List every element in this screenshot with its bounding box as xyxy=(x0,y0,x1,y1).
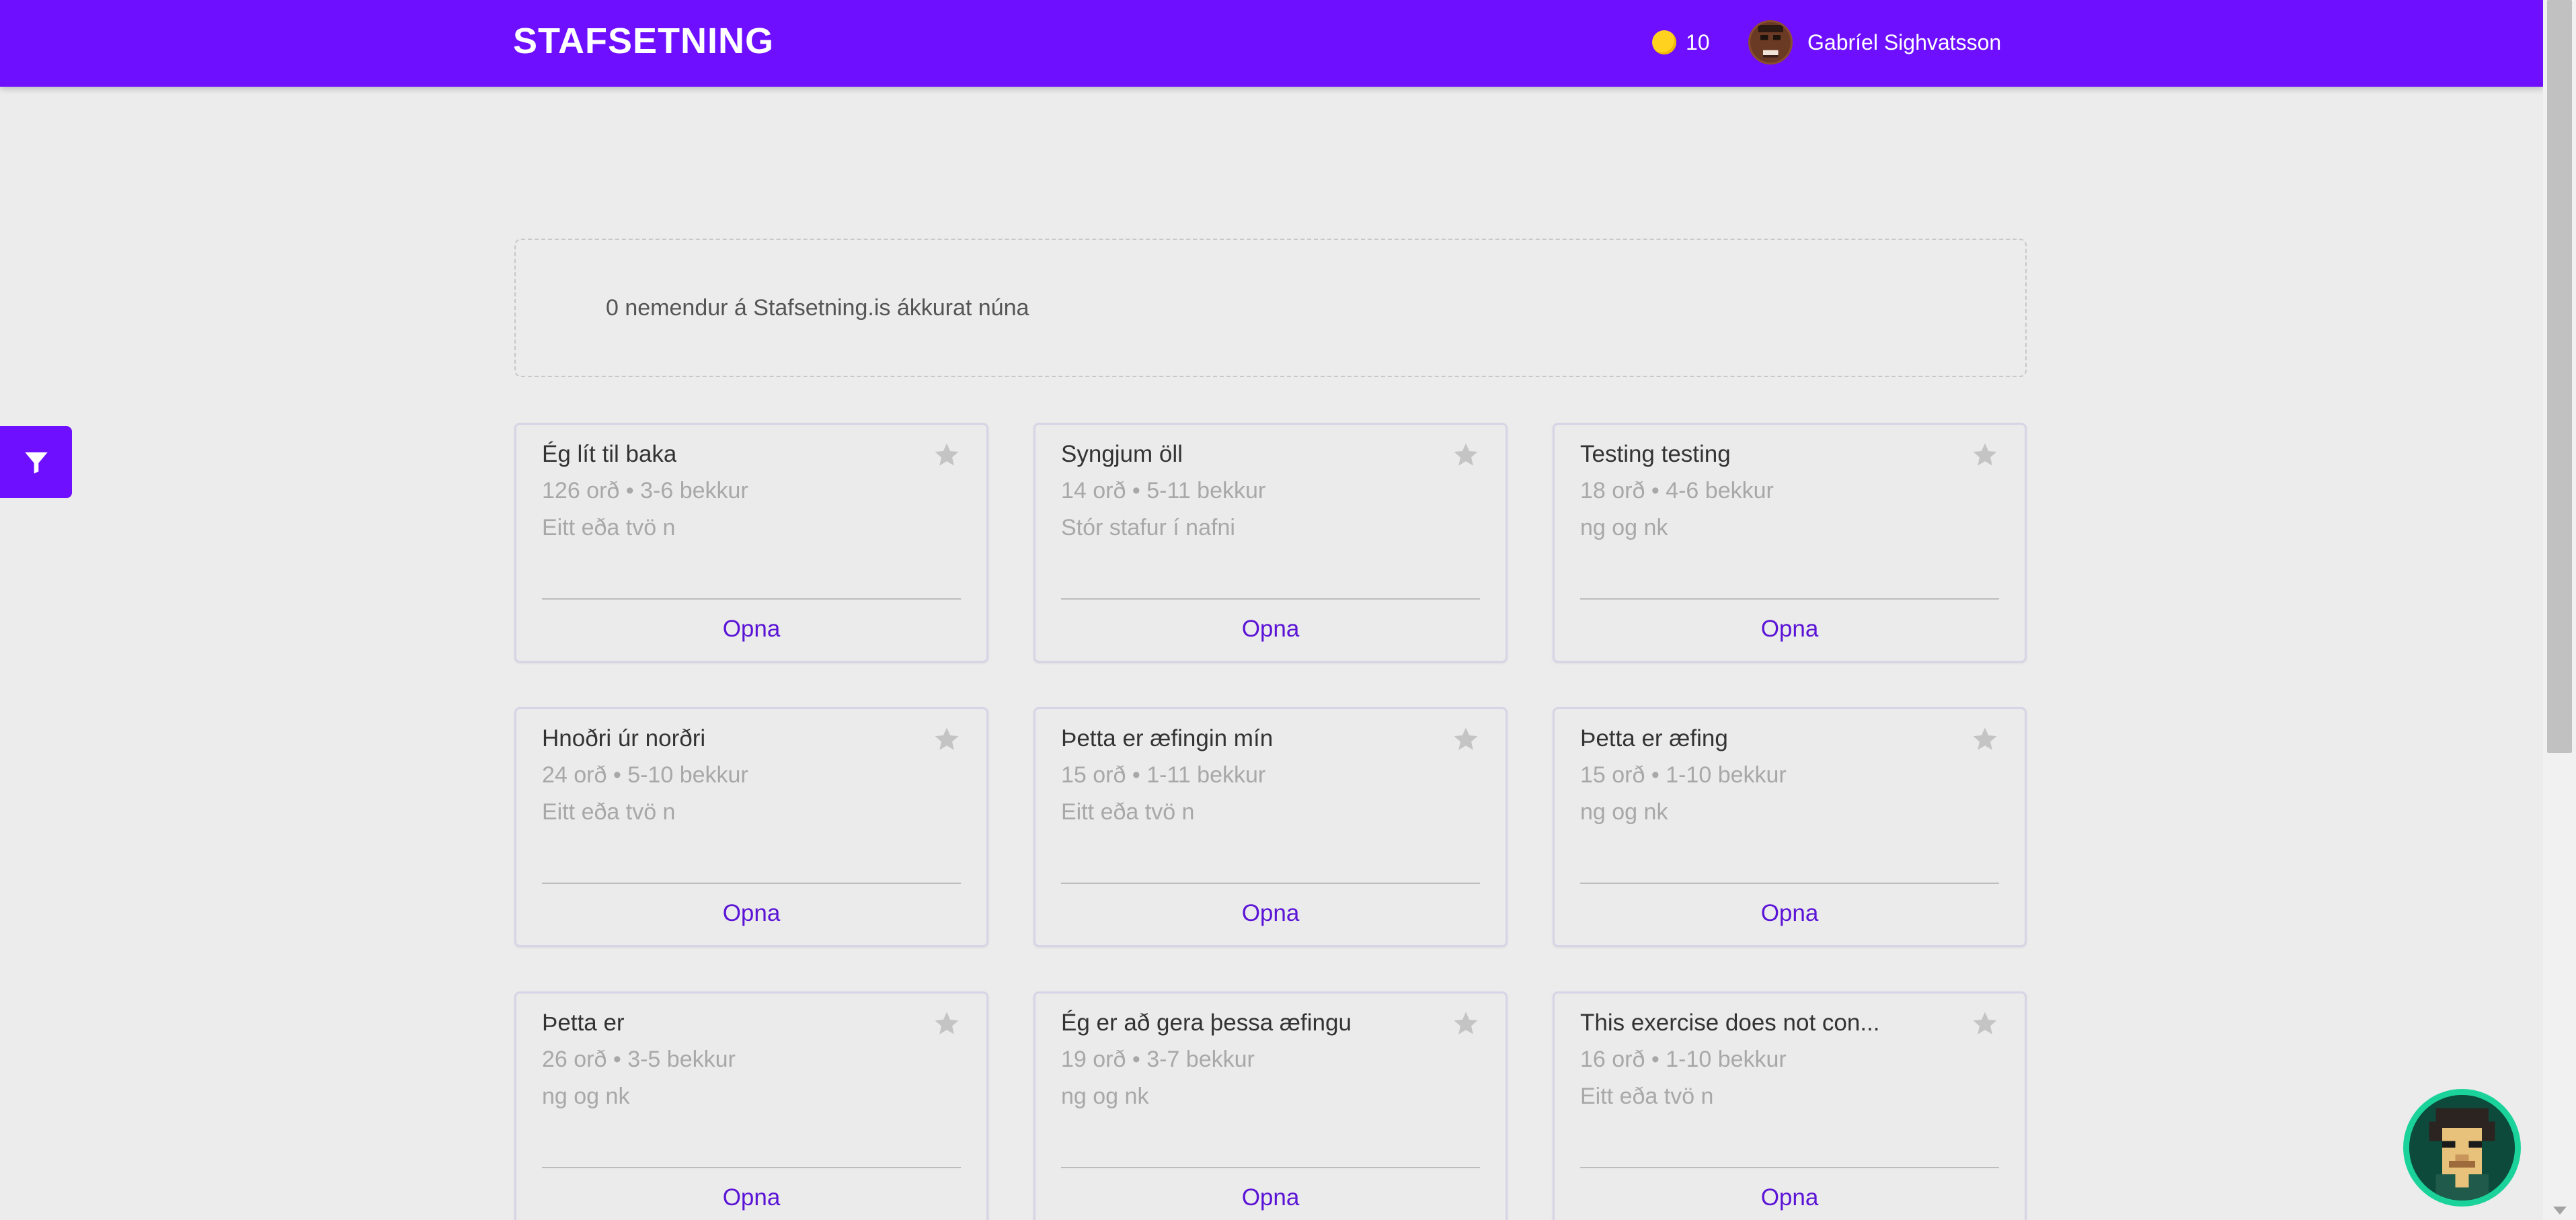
open-button[interactable]: Opna xyxy=(1555,616,2025,643)
card-divider xyxy=(1061,598,1480,600)
card-divider xyxy=(1061,883,1480,884)
card-category: Eitt eða tvö n xyxy=(1061,799,1195,825)
card-meta: 126 orð • 3-6 bekkur xyxy=(542,478,748,503)
exercise-card: Syngjum öll 14 orð • 5-11 bekkur Stór st… xyxy=(1033,423,1508,663)
card-title: Testing testing xyxy=(1580,441,1731,467)
filter-button[interactable] xyxy=(0,426,72,498)
online-status-panel: 0 nemendur á Stafsetning.is ákkurat núna xyxy=(514,239,2027,377)
card-divider xyxy=(542,598,961,600)
card-category: ng og nk xyxy=(1580,799,1668,825)
page: STAFSETNING 10 Gabríel Sighvatsson 0 nem… xyxy=(0,0,2576,1220)
helper-avatar-button[interactable] xyxy=(2403,1089,2521,1207)
card-meta: 19 orð • 3-7 bekkur xyxy=(1061,1047,1255,1072)
card-meta: 14 orð • 5-11 bekkur xyxy=(1061,478,1266,503)
star-icon[interactable] xyxy=(933,725,961,754)
mascot-icon xyxy=(2409,1095,2515,1201)
star-icon[interactable] xyxy=(1452,1010,1480,1038)
avatar xyxy=(1748,20,1793,65)
star-icon[interactable] xyxy=(933,1010,961,1038)
card-divider xyxy=(542,883,961,884)
card-meta: 16 orð • 1-10 bekkur xyxy=(1580,1047,1787,1072)
coin-icon xyxy=(1652,30,1676,54)
card-meta: 24 orð • 5-10 bekkur xyxy=(542,762,748,788)
open-button[interactable]: Opna xyxy=(1036,1184,1506,1211)
exercise-card: Ég er að gera þessa æfingu 19 orð • 3-7 … xyxy=(1033,991,1508,1220)
coin-balance: 10 xyxy=(1652,27,1710,58)
open-button[interactable]: Opna xyxy=(1555,1184,2025,1211)
card-category: Eitt eða tvö n xyxy=(542,799,676,825)
brand-logo[interactable]: STAFSETNING xyxy=(513,20,774,62)
exercise-card: Ég lít til baka 126 orð • 3-6 bekkur Eit… xyxy=(514,423,988,663)
card-category: ng og nk xyxy=(1061,1084,1149,1109)
star-icon[interactable] xyxy=(1971,1010,1999,1038)
card-divider xyxy=(1061,1167,1480,1168)
exercise-card: Testing testing 18 orð • 4-6 bekkur ng o… xyxy=(1553,423,2027,663)
card-title: Syngjum öll xyxy=(1061,441,1183,467)
coin-count: 10 xyxy=(1686,30,1710,54)
card-title: Þetta er xyxy=(542,1010,625,1036)
card-meta: 15 orð • 1-11 bekkur xyxy=(1061,762,1266,788)
star-icon[interactable] xyxy=(1971,441,1999,469)
open-button[interactable]: Opna xyxy=(1036,900,1506,927)
open-button[interactable]: Opna xyxy=(1555,900,2025,927)
exercise-card: Þetta er æfing 15 orð • 1-10 bekkur ng o… xyxy=(1553,707,2027,947)
online-count-text: 0 nemendur á Stafsetning.is ákkurat núna xyxy=(606,295,1029,321)
top-navbar: STAFSETNING 10 Gabríel Sighvatsson xyxy=(0,0,2543,87)
card-category: Stór stafur í nafni xyxy=(1061,515,1235,540)
card-category: ng og nk xyxy=(1580,515,1668,540)
open-button[interactable]: Opna xyxy=(1036,616,1506,643)
star-icon[interactable] xyxy=(1452,441,1480,469)
card-title: Þetta er æfing xyxy=(1580,725,1728,751)
scrollbar-thumb[interactable] xyxy=(2547,0,2572,753)
card-title: This exercise does not con... xyxy=(1580,1010,1880,1036)
card-category: Eitt eða tvö n xyxy=(542,515,676,540)
exercise-card: Þetta er 26 orð • 3-5 bekkur ng og nk Op… xyxy=(514,991,988,1220)
card-meta: 15 orð • 1-10 bekkur xyxy=(1580,762,1787,788)
card-divider xyxy=(1580,598,1999,600)
card-divider xyxy=(1580,1167,1999,1168)
exercise-card: Þetta er æfingin mín 15 orð • 1-11 bekku… xyxy=(1033,707,1508,947)
open-button[interactable]: Opna xyxy=(516,616,986,643)
open-button[interactable]: Opna xyxy=(516,900,986,927)
scroll-down-arrow-icon[interactable] xyxy=(2553,1207,2567,1215)
filter-icon xyxy=(24,452,48,474)
star-icon[interactable] xyxy=(1452,725,1480,754)
card-meta: 26 orð • 3-5 bekkur xyxy=(542,1047,736,1072)
card-title: Hnoðri úr norðri xyxy=(542,725,706,751)
user-menu[interactable]: Gabríel Sighvatsson xyxy=(1748,19,2001,65)
exercise-card: Hnoðri úr norðri 24 orð • 5-10 bekkur Ei… xyxy=(514,707,988,947)
page-scrollbar[interactable] xyxy=(2543,0,2576,1220)
card-category: Eitt eða tvö n xyxy=(1580,1084,1714,1109)
card-title: Þetta er æfingin mín xyxy=(1061,725,1274,751)
exercise-card: This exercise does not con... 16 orð • 1… xyxy=(1553,991,2027,1220)
card-title: Ég er að gera þessa æfingu xyxy=(1061,1010,1352,1036)
card-divider xyxy=(542,1167,961,1168)
card-title: Ég lít til baka xyxy=(542,441,677,467)
card-meta: 18 orð • 4-6 bekkur xyxy=(1580,478,1774,503)
card-category: ng og nk xyxy=(542,1084,630,1109)
user-name: Gabríel Sighvatsson xyxy=(1807,30,2002,54)
star-icon[interactable] xyxy=(1971,725,1999,754)
open-button[interactable]: Opna xyxy=(516,1184,986,1211)
star-icon[interactable] xyxy=(933,441,961,469)
card-divider xyxy=(1580,883,1999,884)
